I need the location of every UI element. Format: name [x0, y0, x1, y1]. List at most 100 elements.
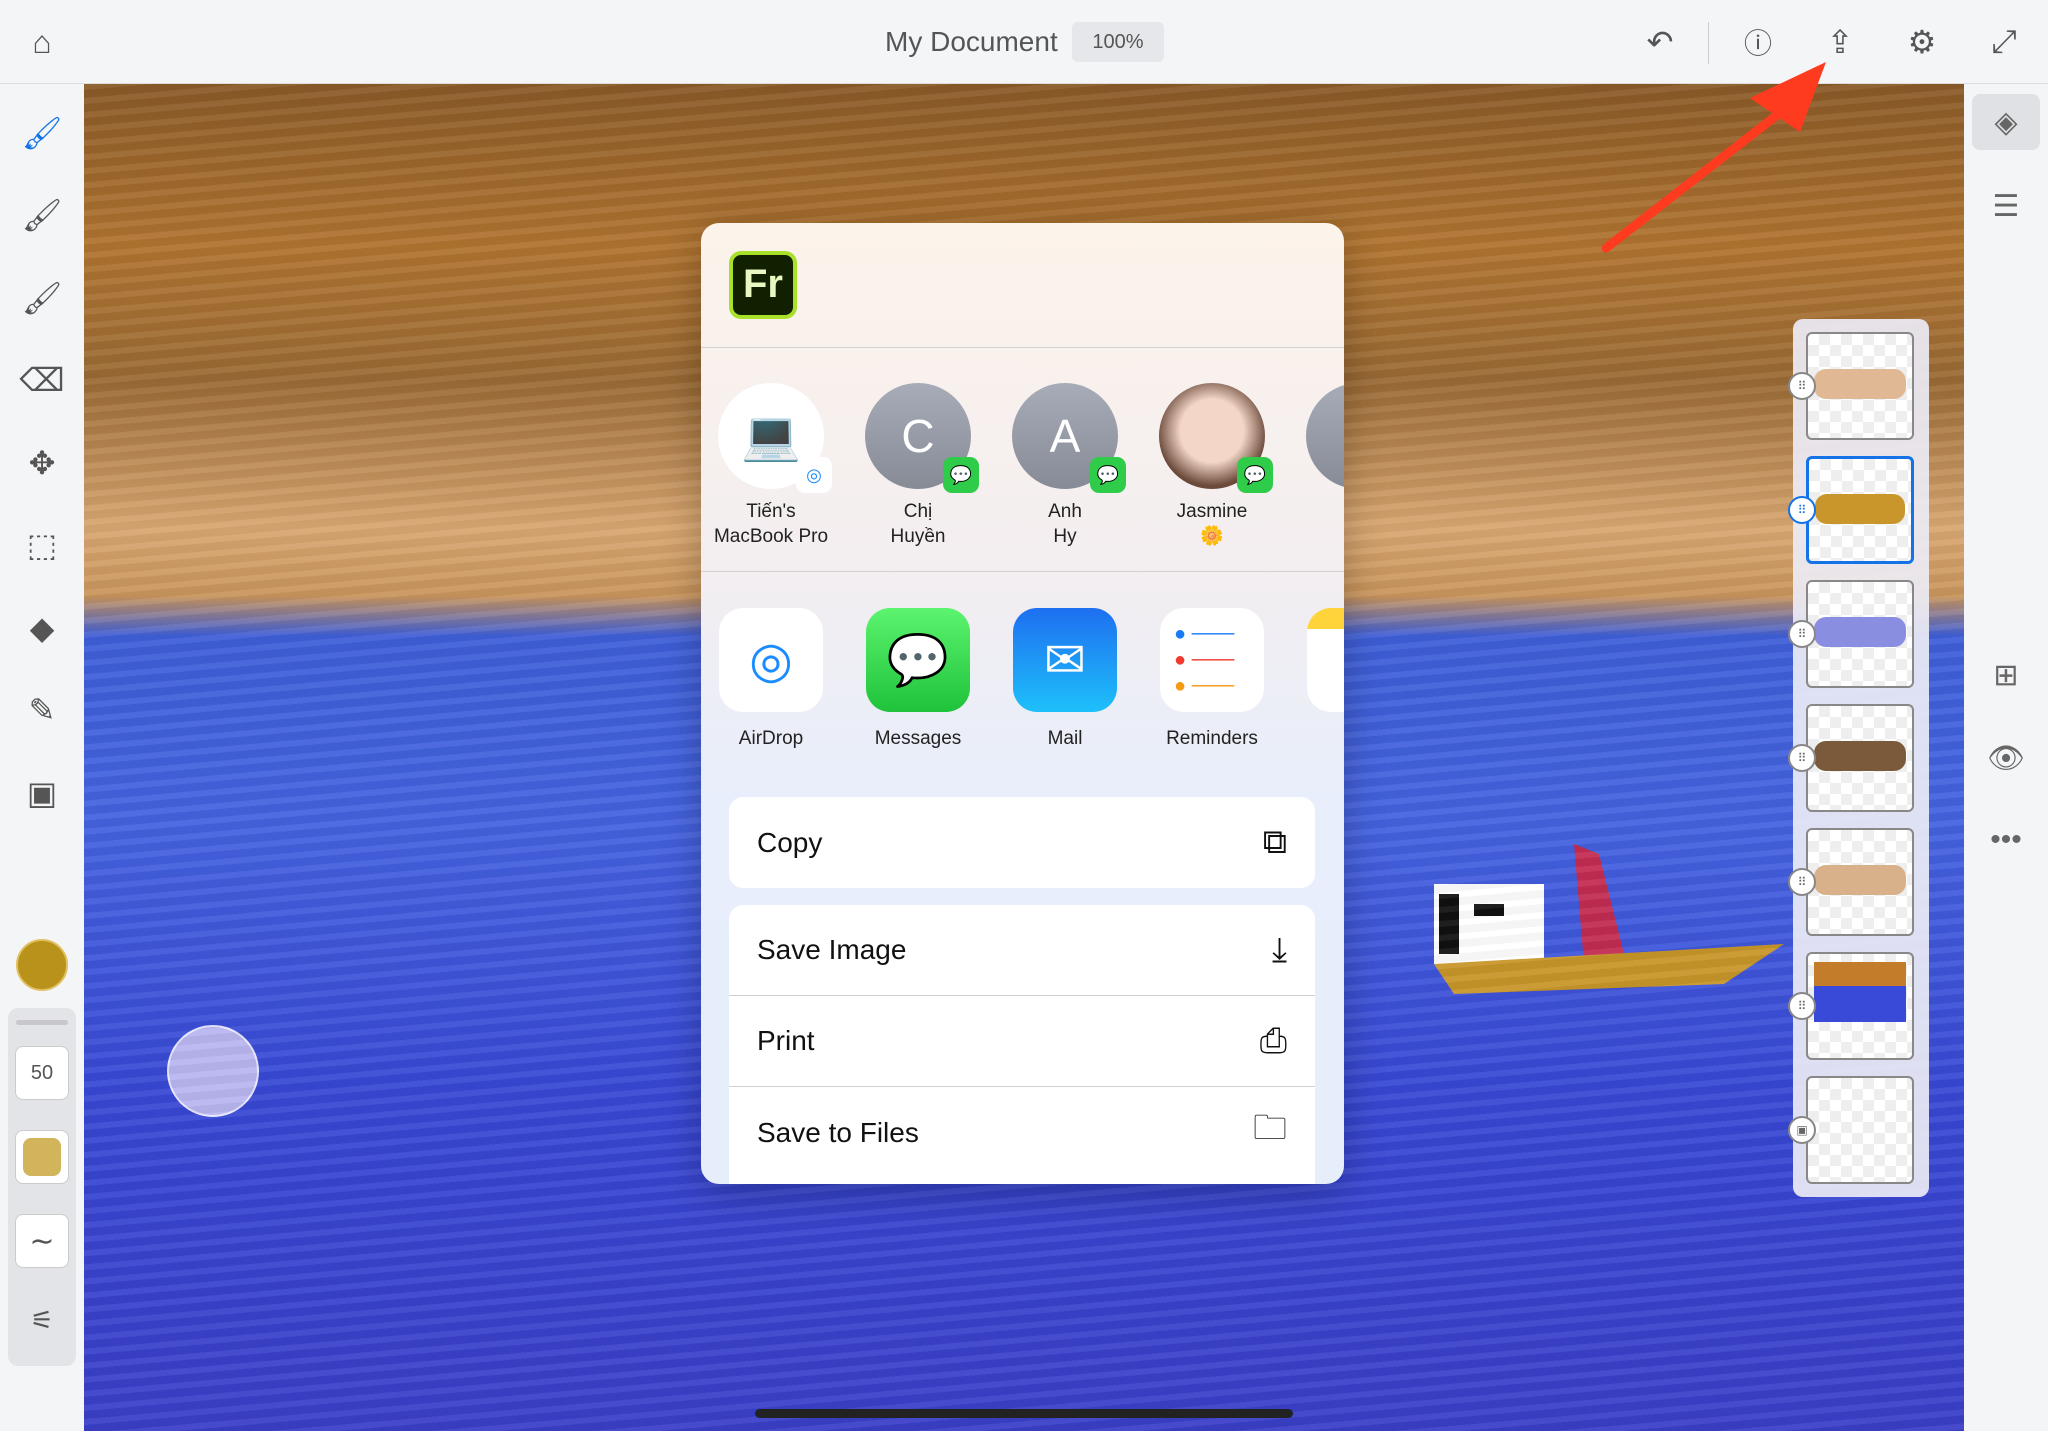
airdrop-badge-icon: ◎: [796, 457, 832, 493]
save-to-files-action[interactable]: Save to Files 🗀: [729, 1087, 1315, 1178]
divider: [1708, 22, 1709, 64]
selection-icon[interactable]: ⬚: [18, 521, 66, 569]
actions-card: Save Image ⤓ Print ⎙ Save to Files 🗀: [729, 905, 1315, 1184]
messages-icon: 💬: [866, 608, 970, 712]
brush-cursor: [167, 1025, 259, 1117]
brush-color-swatch: [23, 1138, 61, 1176]
layer-thumbnail[interactable]: [1806, 580, 1914, 688]
contact-name: Hy: [1053, 526, 1077, 547]
messages-badge-icon: 💬: [943, 457, 979, 493]
contact-item[interactable]: C 💬 Chị Huyền: [848, 383, 988, 549]
contact-item[interactable]: 💬 Jasmine 🌼: [1142, 383, 1282, 549]
top-bar: ⌂ My Document 100% ↶ ⓘ ⇪ ⚙ ⤢: [0, 0, 2048, 84]
document-title[interactable]: My Document: [885, 26, 1058, 58]
layer-preview: [1814, 865, 1906, 895]
more-icon[interactable]: •••: [1978, 812, 2034, 868]
copy-card: Copy ⧉: [729, 797, 1315, 888]
color-picker[interactable]: [16, 939, 68, 991]
layer-thumbnail[interactable]: [1806, 704, 1914, 812]
contact-name: Anh: [1048, 501, 1082, 522]
undo-icon[interactable]: ↶: [1638, 20, 1682, 64]
brush-settings-icon[interactable]: ⚟: [18, 1296, 66, 1344]
folder-icon: 🗀: [1253, 1109, 1287, 1147]
place-image-icon[interactable]: ▣: [18, 769, 66, 817]
avatar: C 💬: [865, 383, 979, 493]
mail-icon: ✉: [1013, 608, 1117, 712]
messages-badge-icon: 💬: [1090, 457, 1126, 493]
layer-preview: [1814, 617, 1906, 647]
copy-action[interactable]: Copy ⧉: [729, 797, 1315, 888]
print-action[interactable]: Print ⎙: [729, 996, 1315, 1087]
app-messages[interactable]: 💬 Messages: [848, 608, 988, 750]
home-icon[interactable]: ⌂: [20, 20, 64, 64]
vector-brush-icon[interactable]: 🖌: [18, 274, 66, 322]
contact-name: Jasmine: [1176, 501, 1248, 522]
contact-item-partial[interactable]: [1289, 383, 1344, 489]
brush-properties: 50 ∼ ⚟: [8, 1008, 76, 1366]
layer-thumbnail[interactable]: [1806, 952, 1914, 1060]
layer-type-icon[interactable]: ⠿: [1788, 868, 1816, 896]
fullscreen-icon[interactable]: ⤢: [1982, 20, 2026, 64]
contact-name: MacBook Pro: [713, 526, 829, 547]
layer-type-icon[interactable]: ⠿: [1788, 744, 1816, 772]
visibility-icon[interactable]: 👁: [1978, 730, 2034, 786]
help-icon[interactable]: ⓘ: [1736, 20, 1780, 64]
layer-thumbnail[interactable]: [1806, 456, 1914, 564]
action-label: Copy: [757, 826, 823, 858]
contact-item[interactable]: A 💬 Anh Hy: [995, 383, 1135, 549]
layer-type-icon[interactable]: ⠿: [1788, 496, 1816, 524]
app-label: Reminders: [1166, 728, 1258, 749]
drag-handle[interactable]: [16, 1020, 68, 1025]
fill-icon[interactable]: ◆: [18, 604, 66, 652]
avatar-initial: C: [901, 410, 935, 462]
app-reminders[interactable]: ● ─── ● ─── ● ─── Reminders: [1142, 608, 1282, 750]
photo-avatar: 💬: [1159, 383, 1273, 493]
zoom-level[interactable]: 100%: [1072, 22, 1164, 62]
contact-item[interactable]: 💻 ◎ Tiến's MacBook Pro: [701, 383, 841, 549]
right-toolbar: ◈ ☰ ⊞ 👁 •••: [1964, 84, 2048, 1431]
print-icon: ⎙: [1259, 1021, 1287, 1060]
divider: [701, 571, 1344, 572]
settings-icon[interactable]: ⚙: [1900, 20, 1944, 64]
save-image-icon: ⤓: [1271, 930, 1287, 969]
copy-icon: ⧉: [1262, 823, 1287, 861]
eraser-icon[interactable]: ⌫: [18, 356, 66, 404]
layer-type-icon[interactable]: ⠿: [1788, 372, 1816, 400]
layer-type-icon[interactable]: ⠿: [1788, 620, 1816, 648]
avatar: A 💬: [1012, 383, 1126, 493]
layer-preview: [1814, 369, 1906, 399]
app-label: AirDrop: [738, 728, 804, 749]
brush-size[interactable]: 50: [15, 1046, 69, 1100]
divider: [701, 347, 1344, 348]
action-label: Print: [757, 1025, 815, 1056]
layers-icon[interactable]: ◈: [1972, 94, 2040, 150]
layer-preview: [1815, 494, 1905, 524]
contact-name: 🌼: [1200, 526, 1224, 547]
eyedropper-icon[interactable]: ✎: [18, 686, 66, 734]
contact-name: Tiến's: [746, 501, 796, 522]
layer-properties-icon[interactable]: ☰: [1978, 178, 2034, 234]
layer-thumbnail[interactable]: [1806, 1076, 1914, 1184]
macbook-avatar: 💻 ◎: [718, 383, 832, 493]
home-indicator[interactable]: [755, 1409, 1293, 1418]
app-mail[interactable]: ✉ Mail: [995, 608, 1135, 750]
brush-opacity[interactable]: [15, 1130, 69, 1184]
layer-thumbnail[interactable]: [1806, 828, 1914, 936]
reminders-icon: ● ─── ● ─── ● ───: [1160, 608, 1264, 712]
transform-icon[interactable]: ✥: [18, 439, 66, 487]
save-image-action[interactable]: Save Image ⤓: [729, 905, 1315, 996]
layer-type-icon[interactable]: ⠿: [1788, 992, 1816, 1020]
avatar-initial: A: [1049, 410, 1081, 462]
app-airdrop[interactable]: ◎ AirDrop: [701, 608, 841, 750]
layers-panel: ⠿ ⠿ ⠿ ⠿ ⠿ ⠿ ▣: [1788, 319, 1929, 1197]
live-brush-icon[interactable]: 🖌: [18, 191, 66, 239]
share-icon[interactable]: ⇪: [1818, 20, 1862, 64]
brush-smoothing-icon[interactable]: ∼: [15, 1214, 69, 1268]
notes-icon: [1307, 608, 1344, 712]
app-notes-partial[interactable]: [1289, 608, 1344, 712]
background-layer-icon[interactable]: ▣: [1788, 1116, 1816, 1144]
layer-thumbnail[interactable]: [1806, 332, 1914, 440]
pixel-brush-icon[interactable]: 🖌: [18, 109, 66, 157]
add-layer-icon[interactable]: ⊞: [1978, 647, 2034, 703]
messages-badge-icon: 💬: [1237, 457, 1273, 493]
